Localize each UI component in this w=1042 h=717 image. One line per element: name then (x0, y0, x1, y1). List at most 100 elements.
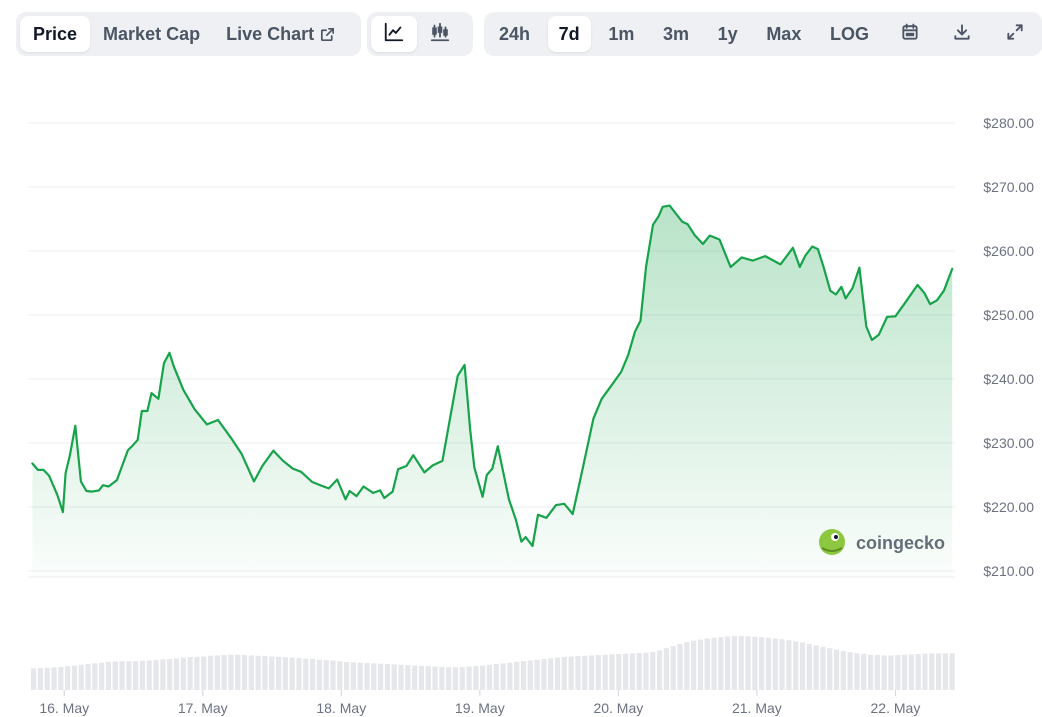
volume-bar (731, 636, 738, 690)
volume-bar (323, 660, 329, 690)
volume-bar (357, 662, 363, 690)
volume-bar (486, 664, 493, 690)
volume-bar (609, 654, 615, 690)
volume-bar (207, 655, 214, 690)
volume-bar (119, 661, 125, 690)
y-tick-label: $220.00 (983, 499, 1034, 515)
volume-bar (65, 666, 71, 690)
volume-bar (874, 655, 880, 690)
volume-bar (187, 657, 193, 690)
volume-bar (201, 656, 207, 690)
x-axis: 16. May 17. May 18. May 19. May 20. May 21. M… (39, 690, 920, 716)
volume-bar (582, 655, 588, 690)
volume-bar (507, 662, 513, 690)
volume-bar (935, 653, 942, 690)
volume-bar (541, 659, 547, 690)
x-tick-label: 16. May (39, 700, 89, 716)
volume-bar (289, 657, 295, 690)
volume-bar (942, 653, 948, 690)
volume-bar (51, 667, 57, 690)
volume-bar (561, 656, 567, 690)
volume-bar (139, 660, 146, 690)
volume-bar (575, 656, 581, 690)
x-tick-label: 19. May (455, 700, 505, 716)
volume-bar (44, 667, 50, 690)
volume-bar (167, 659, 173, 690)
volume-bar (548, 658, 554, 690)
volume-bar (241, 655, 248, 690)
volume-bar (827, 648, 833, 690)
volume-bar (194, 656, 200, 690)
volume-bar (269, 656, 275, 690)
volume-bar (718, 637, 724, 690)
volume-bar (432, 666, 438, 690)
volume-bar (759, 637, 765, 690)
volume-bar (922, 653, 928, 690)
volume-bar (173, 658, 180, 690)
volume-bar (78, 664, 84, 690)
volume-bar (371, 663, 377, 690)
volume-bar (446, 667, 452, 690)
volume-bar (636, 652, 642, 690)
volume-bar (847, 652, 853, 690)
volume-bar (901, 654, 908, 690)
volume-bar (275, 656, 282, 690)
volume-bar (480, 665, 486, 690)
volume-bar (350, 662, 357, 690)
volume-bar (282, 657, 288, 690)
price-chart[interactable]: $210.00 $220.00 $230.00 $240.00 $250.00 $260.… (0, 0, 1042, 717)
volume-bar (459, 666, 465, 690)
x-tick-label: 20. May (593, 700, 643, 716)
volume-bar (820, 646, 826, 690)
volume-bar (799, 642, 806, 690)
gecko-logo-icon (819, 529, 845, 555)
volume-bar (840, 651, 846, 690)
volume-bar (915, 654, 921, 690)
volume-bar (806, 643, 812, 690)
volume-bar (303, 658, 309, 690)
volume-bar (493, 664, 499, 690)
volume-bar (500, 663, 506, 690)
volume-bar (58, 666, 64, 690)
volume-bar (616, 654, 622, 690)
volume-bar (867, 654, 874, 690)
volume-bar (296, 657, 302, 690)
volume-bar (725, 636, 731, 690)
x-tick-label: 22. May (871, 700, 921, 716)
volume-bar (343, 661, 350, 690)
volume-bar (895, 655, 901, 690)
volume-bar (384, 664, 391, 690)
volume-bar (180, 657, 186, 690)
volume-bar (31, 668, 37, 690)
volume-bar (670, 646, 676, 690)
volume-bar (146, 660, 152, 690)
volume-bar (793, 641, 799, 690)
y-tick-label: $280.00 (983, 115, 1034, 131)
volume-bar (255, 655, 261, 690)
volume-bar (364, 663, 370, 690)
volume-bar (684, 642, 690, 690)
volume-bar (221, 655, 227, 690)
volume-bar (711, 637, 717, 690)
volume-bar (126, 661, 132, 690)
volume-bar (439, 666, 445, 690)
volume-bar (656, 650, 663, 690)
volume-bar (452, 667, 459, 690)
volume-bar (527, 660, 533, 690)
volume-bar (854, 653, 860, 690)
volume-bars (31, 636, 955, 690)
x-tick-label: 18. May (316, 700, 366, 716)
volume-bar (391, 664, 397, 690)
volume-bar (228, 654, 234, 690)
y-tick-label: $240.00 (983, 371, 1034, 387)
volume-bar (473, 666, 479, 690)
volume-bar (235, 654, 241, 690)
x-tick-label: 17. May (178, 700, 228, 716)
volume-bar (622, 653, 629, 690)
volume-bar (514, 661, 520, 690)
volume-bar (595, 655, 601, 690)
volume-bar (786, 640, 792, 690)
price-area (32, 205, 953, 577)
volume-bar (534, 659, 540, 690)
volume-bar (330, 660, 336, 690)
